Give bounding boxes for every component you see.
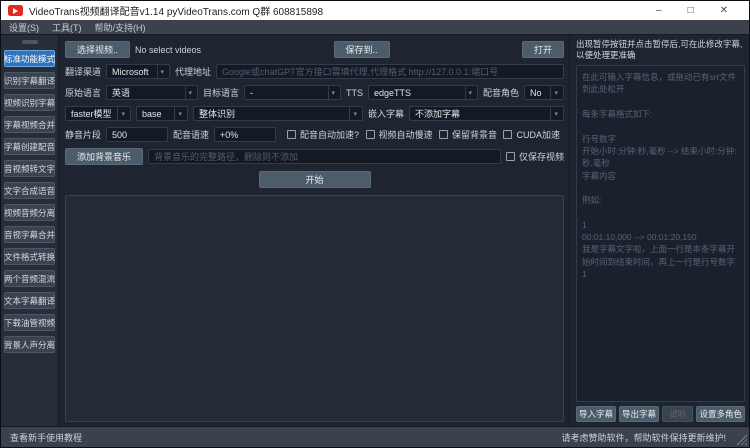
maximize-icon[interactable]: □ xyxy=(688,6,694,16)
chevron-down-icon: ▾ xyxy=(328,86,336,99)
translate-channel-select[interactable]: Microsoft ▾ xyxy=(106,64,170,79)
silence-input[interactable] xyxy=(106,127,168,142)
bgm-path-input[interactable] xyxy=(148,149,501,164)
keep-background-checkbox[interactable]: 保留背景音 xyxy=(439,128,497,141)
chevron-down-icon: ▾ xyxy=(550,86,558,99)
recognition-mode-select[interactable]: 整体识别 ▾ xyxy=(193,106,363,121)
listen-button[interactable]: 试听 xyxy=(662,406,693,422)
speed-input[interactable] xyxy=(214,127,276,142)
speed-label: 配音语速 xyxy=(173,128,209,141)
checkbox-icon xyxy=(439,130,448,139)
row-bgm: 添加背景音乐 仅保存视频 xyxy=(65,148,564,165)
sidebar-item-standard-mode[interactable]: 标准功能模式 xyxy=(4,50,55,67)
add-bgm-button[interactable]: 添加背景音乐 xyxy=(65,148,143,165)
statusbar: 查看新手使用教程 请考虑赞助软件，帮助软件保持更新维护! xyxy=(1,426,749,447)
donate-hint: 请考虑赞助软件，帮助软件保持更新维护! xyxy=(561,431,740,444)
menu-settings[interactable]: 设置(S) xyxy=(9,21,39,34)
app-logo-icon xyxy=(8,5,23,16)
sidebar-item-vocal-separate[interactable]: 背景人声分离 xyxy=(4,336,55,353)
pause-edit-tip: 出现暂停按钮并点击暂停后,可在此修改字幕,以便处理更准确 xyxy=(576,39,745,61)
sidebar-item-format-convert[interactable]: 文件格式转换 xyxy=(4,248,55,265)
content: 标准功能模式 识别字幕翻译 视频识别字幕 字幕视频合并 字幕创建配音 音视频转文… xyxy=(1,35,749,426)
voice-role-select[interactable]: No ▾ xyxy=(524,85,564,100)
proxy-label: 代理地址 xyxy=(175,65,211,78)
source-lang-select[interactable]: 英语 ▾ xyxy=(106,85,198,100)
menu-help[interactable]: 帮助/支持(H) xyxy=(95,21,146,34)
target-lang-label: 目标语言 xyxy=(203,86,239,99)
model-select[interactable]: faster模型 ▾ xyxy=(65,106,131,121)
sidebar-item-mix-two-audio[interactable]: 两个音频混流 xyxy=(4,270,55,287)
sidebar-item-text-subtitle-translate[interactable]: 文本字幕翻译 xyxy=(4,292,55,309)
chevron-down-icon: ▾ xyxy=(465,86,473,99)
sidebar-item-video-audio-separate[interactable]: 视频音频分离 xyxy=(4,204,55,221)
row-model: faster模型 ▾ base ▾ 整体识别 ▾ 嵌入字幕 不添加字幕 ▾ xyxy=(65,106,564,121)
silence-label: 静音片段 xyxy=(65,128,101,141)
sidebar-item-video-recognize-subtitle[interactable]: 视频识别字幕 xyxy=(4,94,55,111)
app-window: VideoTrans视频翻译配音v1.14 pyVideoTrans.com Q… xyxy=(0,0,750,448)
sidebar: 标准功能模式 识别字幕翻译 视频识别字幕 字幕视频合并 字幕创建配音 音视频转文… xyxy=(1,35,59,426)
chevron-down-icon: ▾ xyxy=(117,107,125,120)
export-subtitle-button[interactable]: 导出字幕 xyxy=(619,406,659,422)
minimize-icon[interactable]: – xyxy=(656,6,662,16)
tts-select[interactable]: edgeTTS ▾ xyxy=(368,85,478,100)
tts-label: TTS xyxy=(346,88,363,98)
row-languages: 原始语言 英语 ▾ 目标语言 - ▾ TTS edgeTTS ▾ 配音角色 No xyxy=(65,85,564,100)
voice-role-label: 配音角色 xyxy=(483,86,519,99)
checkbox-icon xyxy=(366,130,375,139)
auto-speedup-checkbox[interactable]: 配音自动加速? xyxy=(287,128,359,141)
source-lang-label: 原始语言 xyxy=(65,86,101,99)
chevron-down-icon: ▾ xyxy=(157,65,165,78)
chevron-down-icon: ▾ xyxy=(550,107,558,120)
import-subtitle-button[interactable]: 导入字幕 xyxy=(576,406,616,422)
menubar: 设置(S) 工具(T) 帮助/支持(H) xyxy=(1,20,749,35)
tutorial-link[interactable]: 查看新手使用教程 xyxy=(10,431,82,444)
sidebar-item-av-to-text[interactable]: 音视频转文字 xyxy=(4,160,55,177)
save-to-button[interactable]: 保存到.. xyxy=(334,41,390,58)
subtitle-panel: 出现暂停按钮并点击暂停后,可在此修改字幕,以便处理更准确 导入字幕 导出字幕 试… xyxy=(569,35,749,426)
log-output-area xyxy=(65,195,564,422)
titlebar: VideoTrans视频翻译配音v1.14 pyVideoTrans.com Q… xyxy=(1,1,749,20)
row-start: 开始 xyxy=(65,171,564,188)
start-button[interactable]: 开始 xyxy=(259,171,371,188)
cuda-checkbox[interactable]: CUDA加速 xyxy=(503,128,560,141)
sidebar-collapse-handle[interactable] xyxy=(22,40,38,44)
main-panel: 选择视频.. No select videos 保存到.. 打开 翻译渠道 Mi… xyxy=(59,35,569,426)
checkbox-icon xyxy=(506,152,515,161)
checkbox-icon xyxy=(287,130,296,139)
subtitle-editor[interactable] xyxy=(576,65,745,402)
checkbox-icon xyxy=(503,130,512,139)
window-title: VideoTrans视频翻译配音v1.14 pyVideoTrans.com Q… xyxy=(29,3,323,18)
sidebar-item-subtitle-video-merge[interactable]: 字幕视频合并 xyxy=(4,116,55,133)
chevron-down-icon: ▾ xyxy=(349,107,357,120)
only-save-video-checkbox[interactable]: 仅保存视频 xyxy=(506,150,564,163)
sidebar-item-text-to-speech[interactable]: 文字合成语音 xyxy=(4,182,55,199)
window-controls: – □ ✕ xyxy=(656,6,742,16)
row-options: 静音片段 配音语速 配音自动加速? 视频自动慢速 保留背景音 CUDA加速 xyxy=(65,127,564,142)
close-icon[interactable]: ✕ xyxy=(720,6,728,16)
embed-subtitle-select[interactable]: 不添加字幕 ▾ xyxy=(409,106,564,121)
select-video-button[interactable]: 选择视频.. xyxy=(65,41,130,58)
subtitle-buttons: 导入字幕 导出字幕 试听 设置多角色 xyxy=(576,406,745,422)
option-checkboxes: 配音自动加速? 视频自动慢速 保留背景音 CUDA加速 xyxy=(281,128,564,141)
sidebar-item-recognize-translate[interactable]: 识别字幕翻译 xyxy=(4,72,55,89)
embed-subtitle-label: 嵌入字幕 xyxy=(368,107,404,120)
model-size-select[interactable]: base ▾ xyxy=(136,106,188,121)
set-multi-role-button[interactable]: 设置多角色 xyxy=(696,406,745,422)
video-slowdown-checkbox[interactable]: 视频自动慢速 xyxy=(366,128,433,141)
menu-tools[interactable]: 工具(T) xyxy=(52,21,82,34)
sidebar-item-download-youtube[interactable]: 下载油管视频 xyxy=(4,314,55,331)
chevron-down-icon: ▾ xyxy=(185,86,193,99)
sidebar-item-av-subtitle-merge[interactable]: 音视字幕合并 xyxy=(4,226,55,243)
chevron-down-icon: ▾ xyxy=(174,107,182,120)
open-button[interactable]: 打开 xyxy=(522,41,564,58)
row-translate-channel: 翻译渠道 Microsoft ▾ 代理地址 xyxy=(65,64,564,79)
row-video-select: 选择视频.. No select videos 保存到.. 打开 xyxy=(65,41,564,58)
no-select-videos-label: No select videos xyxy=(135,45,201,55)
sidebar-item-subtitle-create-dub[interactable]: 字幕创建配音 xyxy=(4,138,55,155)
target-lang-select[interactable]: - ▾ xyxy=(244,85,341,100)
proxy-input[interactable] xyxy=(216,64,564,79)
translate-channel-label: 翻译渠道 xyxy=(65,65,101,78)
